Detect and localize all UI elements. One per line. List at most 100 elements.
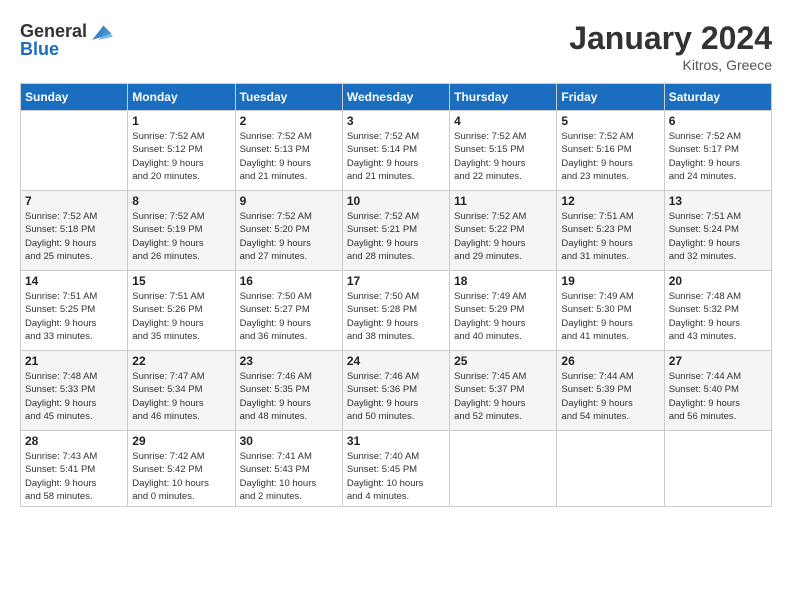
header-monday: Monday — [128, 84, 235, 111]
header-thursday: Thursday — [450, 84, 557, 111]
calendar-cell: 6Sunrise: 7:52 AM Sunset: 5:17 PM Daylig… — [664, 111, 771, 191]
month-year-title: January 2024 — [569, 20, 772, 57]
calendar-page: General Blue January 2024 Kitros, Greece… — [0, 0, 792, 612]
day-number: 8 — [132, 194, 230, 208]
header-friday: Friday — [557, 84, 664, 111]
day-number: 4 — [454, 114, 552, 128]
day-info: Sunrise: 7:52 AM Sunset: 5:21 PM Dayligh… — [347, 210, 445, 263]
day-number: 22 — [132, 354, 230, 368]
header-saturday: Saturday — [664, 84, 771, 111]
day-info: Sunrise: 7:52 AM Sunset: 5:14 PM Dayligh… — [347, 130, 445, 183]
weekday-header-row: Sunday Monday Tuesday Wednesday Thursday… — [21, 84, 772, 111]
day-info: Sunrise: 7:52 AM Sunset: 5:13 PM Dayligh… — [240, 130, 338, 183]
day-info: Sunrise: 7:48 AM Sunset: 5:33 PM Dayligh… — [25, 370, 123, 423]
day-info: Sunrise: 7:52 AM Sunset: 5:18 PM Dayligh… — [25, 210, 123, 263]
title-block: January 2024 Kitros, Greece — [569, 20, 772, 73]
day-info: Sunrise: 7:49 AM Sunset: 5:29 PM Dayligh… — [454, 290, 552, 343]
calendar-cell: 17Sunrise: 7:50 AM Sunset: 5:28 PM Dayli… — [342, 271, 449, 351]
day-info: Sunrise: 7:48 AM Sunset: 5:32 PM Dayligh… — [669, 290, 767, 343]
calendar-cell: 7Sunrise: 7:52 AM Sunset: 5:18 PM Daylig… — [21, 191, 128, 271]
location-subtitle: Kitros, Greece — [569, 57, 772, 73]
day-number: 26 — [561, 354, 659, 368]
day-info: Sunrise: 7:52 AM Sunset: 5:20 PM Dayligh… — [240, 210, 338, 263]
day-number: 9 — [240, 194, 338, 208]
day-number: 5 — [561, 114, 659, 128]
day-number: 1 — [132, 114, 230, 128]
calendar-cell: 28 Sunrise: 7:43 AM Sunset: 5:41 PM Dayli… — [21, 431, 128, 507]
header-sunday: Sunday — [21, 84, 128, 111]
day-number: 20 — [669, 274, 767, 288]
day-info: Sunrise: 7:47 AM Sunset: 5:34 PM Dayligh… — [132, 370, 230, 423]
day-number: 10 — [347, 194, 445, 208]
day-number: 2 — [240, 114, 338, 128]
calendar-cell: 3 Sunrise: 7:52 AM Sunset: 5:14 PM Daylig… — [342, 111, 449, 191]
header-tuesday: Tuesday — [235, 84, 342, 111]
calendar-cell: 29 Sunrise: 7:42 AM Sunset: 5:42 PM Dayli… — [128, 431, 235, 507]
day-info: Sunrise: 7:52 AM Sunset: 5:15 PM Dayligh… — [454, 130, 552, 183]
day-number: 18 — [454, 274, 552, 288]
day-info: Sunrise: 7:46 AM Sunset: 5:35 PM Dayligh… — [240, 370, 338, 423]
day-number: 31 — [347, 434, 445, 448]
logo-icon — [89, 20, 113, 44]
day-info: Sunrise: 7:45 AM Sunset: 5:37 PM Dayligh… — [454, 370, 552, 423]
calendar-cell: 20 Sunrise: 7:48 AM Sunset: 5:32 PM Dayli… — [664, 271, 771, 351]
calendar-cell: 4 Sunrise: 7:52 AM Sunset: 5:15 PM Daylig… — [450, 111, 557, 191]
day-number: 13 — [669, 194, 767, 208]
day-info: Sunrise: 7:52 AM Sunset: 5:19 PM Dayligh… — [132, 210, 230, 263]
calendar-cell: 24Sunrise: 7:46 AM Sunset: 5:36 PM Dayli… — [342, 351, 449, 431]
day-info: Sunrise: 7:51 AM Sunset: 5:24 PM Dayligh… — [669, 210, 767, 263]
day-number: 29 — [132, 434, 230, 448]
logo-text-blue: Blue — [20, 40, 59, 60]
day-info: Sunrise: 7:44 AM Sunset: 5:40 PM Dayligh… — [669, 370, 767, 423]
day-number: 25 — [454, 354, 552, 368]
calendar-cell — [450, 431, 557, 507]
day-number: 16 — [240, 274, 338, 288]
calendar-cell: 30Sunrise: 7:41 AM Sunset: 5:43 PM Dayli… — [235, 431, 342, 507]
calendar-cell — [557, 431, 664, 507]
calendar-cell: 1 Sunrise: 7:52 AM Sunset: 5:12 PM Daylig… — [128, 111, 235, 191]
calendar-cell: 11 Sunrise: 7:52 AM Sunset: 5:22 PM Dayli… — [450, 191, 557, 271]
day-info: Sunrise: 7:46 AM Sunset: 5:36 PM Dayligh… — [347, 370, 445, 423]
logo: General Blue — [20, 20, 113, 60]
calendar-cell: 5Sunrise: 7:52 AM Sunset: 5:16 PM Daylig… — [557, 111, 664, 191]
day-number: 14 — [25, 274, 123, 288]
day-info: Sunrise: 7:51 AM Sunset: 5:25 PM Dayligh… — [25, 290, 123, 343]
day-info: Sunrise: 7:51 AM Sunset: 5:23 PM Dayligh… — [561, 210, 659, 263]
calendar-cell: 18 Sunrise: 7:49 AM Sunset: 5:29 PM Dayli… — [450, 271, 557, 351]
day-number: 6 — [669, 114, 767, 128]
day-number: 15 — [132, 274, 230, 288]
day-info: Sunrise: 7:43 AM Sunset: 5:41 PM Dayligh… — [25, 450, 123, 503]
calendar-cell: 21 Sunrise: 7:48 AM Sunset: 5:33 PM Dayli… — [21, 351, 128, 431]
calendar-cell: 19Sunrise: 7:49 AM Sunset: 5:30 PM Dayli… — [557, 271, 664, 351]
day-info: Sunrise: 7:52 AM Sunset: 5:22 PM Dayligh… — [454, 210, 552, 263]
calendar-cell: 31 Sunrise: 7:40 AM Sunset: 5:45 PM Dayli… — [342, 431, 449, 507]
calendar-cell: 13 Sunrise: 7:51 AM Sunset: 5:24 PM Dayli… — [664, 191, 771, 271]
calendar-cell: 22 Sunrise: 7:47 AM Sunset: 5:34 PM Dayli… — [128, 351, 235, 431]
day-number: 3 — [347, 114, 445, 128]
calendar-cell: 10 Sunrise: 7:52 AM Sunset: 5:21 PM Dayli… — [342, 191, 449, 271]
calendar-cell — [664, 431, 771, 507]
calendar-cell: 15 Sunrise: 7:51 AM Sunset: 5:26 PM Dayli… — [128, 271, 235, 351]
day-number: 11 — [454, 194, 552, 208]
page-header: General Blue January 2024 Kitros, Greece — [20, 20, 772, 73]
day-number: 28 — [25, 434, 123, 448]
day-info: Sunrise: 7:40 AM Sunset: 5:45 PM Dayligh… — [347, 450, 445, 503]
day-info: Sunrise: 7:51 AM Sunset: 5:26 PM Dayligh… — [132, 290, 230, 343]
day-number: 27 — [669, 354, 767, 368]
day-number: 17 — [347, 274, 445, 288]
day-info: Sunrise: 7:41 AM Sunset: 5:43 PM Dayligh… — [240, 450, 338, 503]
day-number: 21 — [25, 354, 123, 368]
day-number: 12 — [561, 194, 659, 208]
day-number: 23 — [240, 354, 338, 368]
calendar-cell: 2 Sunrise: 7:52 AM Sunset: 5:13 PM Daylig… — [235, 111, 342, 191]
calendar-cell: 12 Sunrise: 7:51 AM Sunset: 5:23 PM Dayli… — [557, 191, 664, 271]
day-info: Sunrise: 7:50 AM Sunset: 5:27 PM Dayligh… — [240, 290, 338, 343]
day-info: Sunrise: 7:44 AM Sunset: 5:39 PM Dayligh… — [561, 370, 659, 423]
calendar-cell: 26 Sunrise: 7:44 AM Sunset: 5:39 PM Dayli… — [557, 351, 664, 431]
day-info: Sunrise: 7:52 AM Sunset: 5:12 PM Dayligh… — [132, 130, 230, 183]
header-wednesday: Wednesday — [342, 84, 449, 111]
calendar-cell — [21, 111, 128, 191]
day-info: Sunrise: 7:42 AM Sunset: 5:42 PM Dayligh… — [132, 450, 230, 503]
calendar-cell: 25 Sunrise: 7:45 AM Sunset: 5:37 PM Dayli… — [450, 351, 557, 431]
calendar-cell: 23 Sunrise: 7:46 AM Sunset: 5:35 PM Dayli… — [235, 351, 342, 431]
